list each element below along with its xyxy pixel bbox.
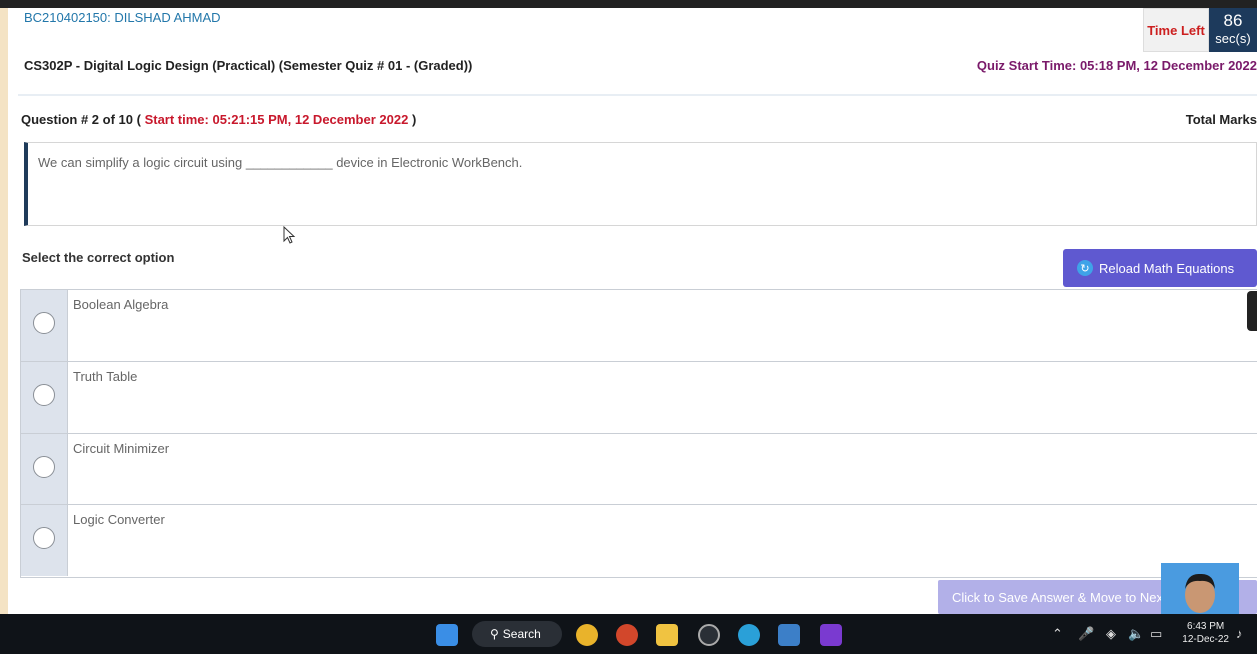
course-title: CS302P - Digital Logic Design (Practical… — [24, 58, 473, 73]
header-divider — [18, 94, 1257, 96]
option-label: Truth Table — [73, 369, 138, 384]
search-label: Search — [502, 627, 541, 641]
file-explorer-icon[interactable] — [656, 624, 678, 646]
chrome-icon[interactable] — [576, 624, 598, 646]
question-number-text: Question # 2 of 10 — [21, 112, 133, 127]
windows-start-icon[interactable] — [436, 624, 458, 646]
mouse-pointer-icon — [283, 226, 296, 244]
microphone-icon[interactable]: 🎤 — [1078, 626, 1094, 642]
obs-icon[interactable] — [698, 624, 720, 646]
app-icon[interactable] — [820, 624, 842, 646]
reload-math-equations-button[interactable]: ↻ Reload Math Equations — [1063, 249, 1257, 287]
powerpoint-icon[interactable] — [616, 624, 638, 646]
options-table: Boolean Algebra Truth Table Circuit Mini… — [20, 289, 1257, 578]
refresh-icon: ↻ — [1077, 260, 1093, 276]
option-radio[interactable] — [33, 384, 55, 406]
option-row[interactable]: Truth Table — [21, 361, 1257, 433]
option-row[interactable]: Circuit Minimizer — [21, 433, 1257, 505]
question-number: Question # 2 of 10 ( Start time: 05:21:1… — [21, 112, 416, 127]
timer-unit: sec(s) — [1215, 31, 1251, 46]
time-left-label: Time Left — [1143, 8, 1209, 52]
person-avatar-icon — [1161, 563, 1239, 614]
time-left-widget: Time Left 86 sec(s) — [1143, 8, 1257, 52]
photos-icon[interactable] — [778, 624, 800, 646]
webcam-overlay — [1161, 563, 1239, 614]
quiz-page: BC210402150: DILSHAD AHMAD Time Left 86 … — [8, 8, 1257, 614]
speaker-icon[interactable]: 🔈 — [1128, 626, 1144, 642]
total-marks-label: Total Marks — [1185, 112, 1257, 127]
radio-cell — [21, 362, 68, 433]
edge-icon[interactable] — [738, 624, 760, 646]
quiz-start-time: Quiz Start Time: 05:18 PM, 12 December 2… — [976, 58, 1257, 73]
screen-top-bar — [0, 0, 1257, 8]
notification-icon[interactable]: ♪ — [1236, 626, 1243, 641]
option-radio[interactable] — [33, 312, 55, 334]
windows-taskbar: ⚲ Search ⌃ 🎤 ◈ 🔈 ▭ 6:43 PM 12-Dec-22 ♪ — [0, 614, 1257, 654]
select-option-label: Select the correct option — [22, 250, 175, 265]
timer-value: 86 — [1223, 11, 1243, 30]
student-name: BC210402150: DILSHAD AHMAD — [24, 10, 221, 25]
wifi-icon[interactable]: ◈ — [1106, 626, 1116, 642]
radio-cell — [21, 505, 68, 576]
clock-time: 6:43 PM — [1187, 621, 1225, 632]
option-label: Logic Converter — [73, 512, 165, 527]
reload-button-label: Reload Math Equations — [1099, 260, 1235, 276]
close-paren: ) — [411, 112, 417, 127]
side-panel-toggle[interactable] — [1247, 291, 1257, 331]
taskbar-search[interactable]: ⚲ Search — [472, 621, 562, 647]
option-radio[interactable] — [33, 456, 55, 478]
open-paren: ( — [136, 112, 141, 127]
option-radio[interactable] — [33, 527, 55, 549]
option-label: Boolean Algebra — [73, 297, 169, 312]
chevron-up-icon[interactable]: ⌃ — [1052, 626, 1063, 642]
radio-cell — [21, 290, 68, 361]
question-start-time: Start time: 05:21:15 PM, 12 December 202… — [144, 112, 409, 127]
taskbar-clock[interactable]: 6:43 PM 12-Dec-22 — [1182, 620, 1229, 646]
question-box: We can simplify a logic circuit using __… — [24, 142, 1257, 226]
option-row[interactable]: Logic Converter — [21, 504, 1257, 576]
radio-cell — [21, 434, 68, 505]
search-icon: ⚲ — [490, 627, 499, 641]
option-row[interactable]: Boolean Algebra — [21, 290, 1257, 361]
clock-date: 12-Dec-22 — [1182, 634, 1229, 645]
option-label: Circuit Minimizer — [73, 441, 170, 456]
timer-box: 86 sec(s) — [1209, 8, 1257, 52]
question-text: We can simplify a logic circuit using __… — [38, 155, 523, 170]
battery-icon[interactable]: ▭ — [1150, 626, 1162, 642]
